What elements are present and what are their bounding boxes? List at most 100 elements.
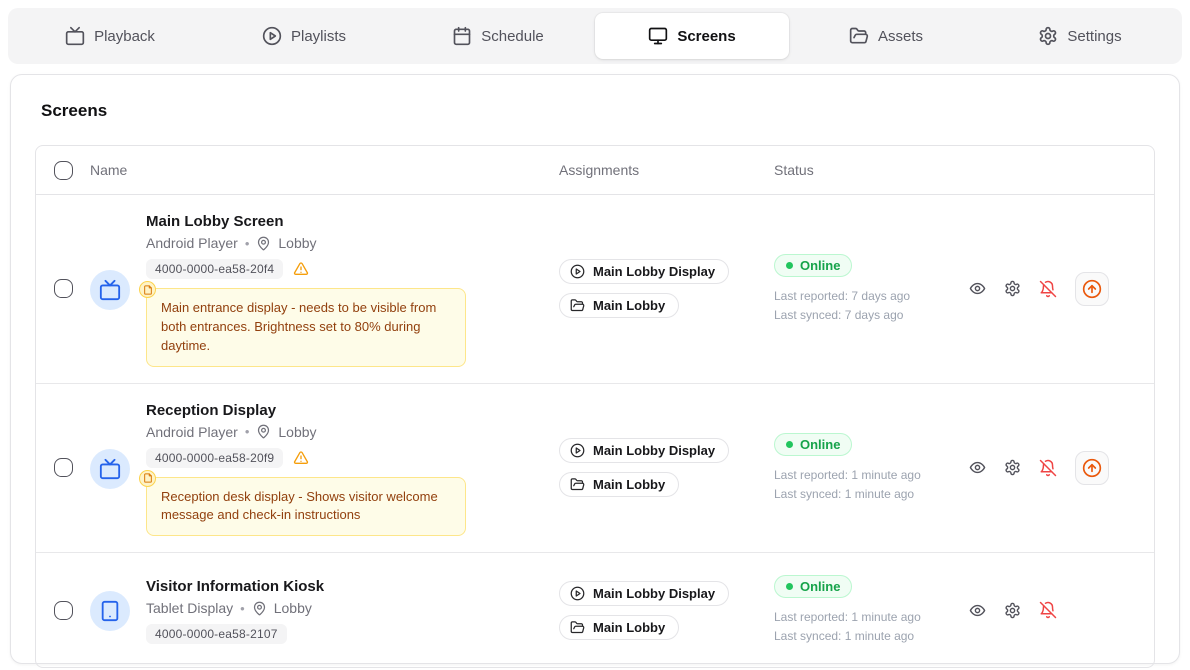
assignment-playlist-pill[interactable]: Main Lobby Display — [559, 259, 729, 284]
gear-icon — [1038, 26, 1058, 46]
tv-icon — [65, 26, 85, 46]
play-circle-icon — [262, 26, 282, 46]
warning-triangle-icon — [293, 450, 309, 466]
last-reported-label: Last reported: — [774, 289, 848, 303]
tv-icon — [99, 279, 121, 301]
status-meta: Last reported: 7 days ago Last synced: 7… — [774, 288, 969, 324]
play-circle-icon — [570, 443, 585, 458]
status-badge: Online — [774, 575, 852, 598]
tablet-icon — [99, 600, 121, 622]
table-row: Reception Display Android Player • Lobby… — [36, 383, 1154, 553]
preview-eye-icon[interactable] — [969, 459, 986, 476]
tab-settings[interactable]: Settings — [983, 13, 1177, 59]
screen-avatar — [90, 591, 130, 631]
preview-eye-icon[interactable] — [969, 280, 986, 297]
separator-dot: • — [240, 601, 245, 616]
row-checkbox[interactable] — [54, 458, 73, 477]
separator-dot: • — [245, 424, 250, 439]
separator-dot: • — [245, 236, 250, 251]
assignment-playlist-pill[interactable]: Main Lobby Display — [559, 438, 729, 463]
status-label: Online — [800, 579, 840, 594]
map-pin-icon — [252, 601, 267, 616]
assignment-channel-pill[interactable]: Main Lobby — [559, 615, 679, 640]
online-dot — [786, 441, 793, 448]
notifications-off-icon[interactable] — [1039, 459, 1057, 477]
select-all-checkbox[interactable] — [54, 161, 73, 180]
assignment-label: Main Lobby Display — [593, 264, 715, 279]
screen-location: Lobby — [278, 424, 316, 440]
status-badge: Online — [774, 433, 852, 456]
assignment-playlist-pill[interactable]: Main Lobby Display — [559, 581, 729, 606]
row-checkbox[interactable] — [54, 601, 73, 620]
column-header-name: Name — [90, 162, 559, 178]
screen-location: Lobby — [278, 235, 316, 251]
screen-avatar — [90, 270, 130, 310]
notifications-off-icon[interactable] — [1039, 280, 1057, 298]
play-circle-icon — [570, 586, 585, 601]
status-label: Online — [800, 437, 840, 452]
column-header-assignments: Assignments — [559, 162, 774, 178]
settings-gear-icon[interactable] — [1004, 459, 1021, 476]
tab-label: Settings — [1067, 28, 1121, 45]
note-icon — [139, 281, 156, 298]
last-synced-value: 1 minute ago — [845, 487, 914, 501]
column-header-status: Status — [774, 162, 969, 178]
assignment-label: Main Lobby — [593, 620, 665, 635]
tab-screens[interactable]: Screens — [595, 13, 789, 59]
note-text: Reception desk display - Shows visitor w… — [161, 489, 438, 523]
calendar-icon — [452, 26, 472, 46]
screen-name: Visitor Information Kiosk — [146, 578, 324, 595]
arrow-up-circle-icon — [1082, 279, 1102, 299]
note-text: Main entrance display - needs to be visi… — [161, 300, 436, 353]
map-pin-icon — [256, 424, 271, 439]
screen-location: Lobby — [274, 600, 312, 616]
monitor-icon — [648, 26, 668, 46]
assignment-channel-pill[interactable]: Main Lobby — [559, 472, 679, 497]
table-row: Visitor Information Kiosk Tablet Display… — [36, 552, 1154, 667]
device-id-badge: 4000-0000-ea58-20f9 — [146, 448, 283, 468]
tab-label: Schedule — [481, 28, 544, 45]
update-button[interactable] — [1075, 451, 1109, 485]
screen-avatar — [90, 449, 130, 489]
assignment-channel-pill[interactable]: Main Lobby — [559, 293, 679, 318]
update-button[interactable] — [1075, 272, 1109, 306]
device-id-badge: 4000-0000-ea58-20f4 — [146, 259, 283, 279]
row-checkbox[interactable] — [54, 279, 73, 298]
table-header: Name Assignments Status — [36, 146, 1154, 195]
status-meta: Last reported: 1 minute ago Last synced:… — [774, 609, 969, 645]
assignment-label: Main Lobby — [593, 298, 665, 313]
page-title: Screens — [41, 101, 1155, 121]
player-type: Android Player — [146, 235, 238, 251]
last-synced-label: Last synced: — [774, 487, 841, 501]
settings-gear-icon[interactable] — [1004, 602, 1021, 619]
tab-label: Playback — [94, 28, 155, 45]
folder-open-icon — [570, 477, 585, 492]
assignment-label: Main Lobby Display — [593, 443, 715, 458]
preview-eye-icon[interactable] — [969, 602, 986, 619]
last-synced-value: 1 minute ago — [845, 629, 914, 643]
last-reported-value: 1 minute ago — [851, 468, 920, 482]
last-synced-label: Last synced: — [774, 629, 841, 643]
last-synced-value: 7 days ago — [845, 308, 904, 322]
table-row: Main Lobby Screen Android Player • Lobby… — [36, 195, 1154, 383]
last-synced-label: Last synced: — [774, 308, 841, 322]
folder-open-icon — [849, 26, 869, 46]
assignment-label: Main Lobby Display — [593, 586, 715, 601]
tab-playback[interactable]: Playback — [13, 13, 207, 59]
warning-triangle-icon — [293, 261, 309, 277]
folder-open-icon — [570, 620, 585, 635]
tv-icon — [99, 458, 121, 480]
tab-playlists[interactable]: Playlists — [207, 13, 401, 59]
tab-assets[interactable]: Assets — [789, 13, 983, 59]
play-circle-icon — [570, 264, 585, 279]
map-pin-icon — [256, 236, 271, 251]
online-dot — [786, 583, 793, 590]
notifications-off-icon[interactable] — [1039, 601, 1057, 619]
tab-schedule[interactable]: Schedule — [401, 13, 595, 59]
top-nav: Playback Playlists Schedule Screens Asse… — [8, 8, 1182, 64]
screen-note: Main entrance display - needs to be visi… — [146, 288, 466, 367]
folder-open-icon — [570, 298, 585, 313]
screen-name: Reception Display — [146, 402, 466, 419]
settings-gear-icon[interactable] — [1004, 280, 1021, 297]
last-reported-label: Last reported: — [774, 468, 848, 482]
